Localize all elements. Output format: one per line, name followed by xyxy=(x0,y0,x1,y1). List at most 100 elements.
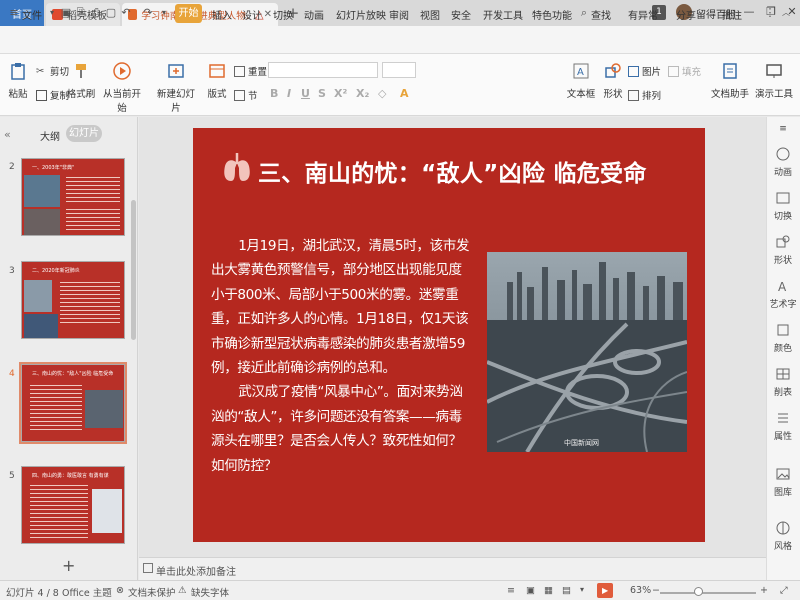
strikethrough-icon[interactable]: S xyxy=(318,87,326,100)
notes-toggle-icon[interactable]: ≡ xyxy=(507,585,515,596)
fit-window-icon[interactable]: ⤢ xyxy=(780,585,788,596)
slide-thumbnail-2[interactable]: 一、2003年"非典" xyxy=(21,158,125,236)
shape-button[interactable]: 形状 xyxy=(600,62,626,100)
sidebar-animation[interactable]: 动画 xyxy=(766,146,800,178)
zoom-in-icon[interactable]: + xyxy=(760,585,768,596)
superscript-icon[interactable]: X² xyxy=(334,87,347,100)
close-tab-icon[interactable]: ✕ xyxy=(264,9,272,20)
section-button[interactable]: 节 xyxy=(234,88,258,102)
palette-icon xyxy=(777,324,789,336)
doc-helper-button[interactable]: 文档助手 xyxy=(708,62,752,100)
underline-icon[interactable]: U xyxy=(301,87,310,100)
table-icon xyxy=(776,368,790,380)
missing-font[interactable]: 缺失字体 xyxy=(191,585,229,599)
collapse-panel-icon[interactable]: « xyxy=(4,128,11,141)
menu-transition[interactable]: 切换 xyxy=(273,7,293,22)
menu-sync[interactable]: 有异常 xyxy=(628,7,658,22)
sidebar-table[interactable]: 削表 xyxy=(766,366,800,398)
menu-slideshow[interactable]: 幻灯片放映 xyxy=(336,7,386,22)
hamburger-icon[interactable]: ≡ xyxy=(8,7,20,19)
menu-animation[interactable]: 动画 xyxy=(304,7,324,22)
sidebar-style[interactable]: 风格 xyxy=(766,520,800,552)
menu-security[interactable]: 安全 xyxy=(451,7,471,22)
tab-slides[interactable]: 幻灯片 xyxy=(66,125,102,142)
bold-icon[interactable]: B xyxy=(270,87,278,100)
clear-format-icon[interactable]: ◇ xyxy=(378,87,386,100)
menu-features[interactable]: 特色功能 xyxy=(532,7,572,22)
more-vertical-icon[interactable]: ⋮ xyxy=(764,7,776,19)
sorter-view-icon[interactable]: ▦ xyxy=(544,585,553,596)
cut-button[interactable]: ✂ 剪切 xyxy=(36,64,69,79)
view-dropdown-icon[interactable]: ▾ xyxy=(580,585,584,594)
zoom-out-icon[interactable]: − xyxy=(652,585,660,596)
menu-review[interactable]: 审阅 xyxy=(389,7,409,22)
copy-button[interactable]: 复制 xyxy=(36,88,69,102)
chevron-down-icon[interactable]: ▾ xyxy=(46,7,58,19)
new-slide-label: 新建幻灯片 xyxy=(156,89,195,114)
redo-icon[interactable]: ↷ xyxy=(142,7,154,19)
slide-body-text[interactable]: 1月19日，湖北武汉，清晨5时，该市发出大雾黄色预警信号，部分地区出现能见度小于… xyxy=(211,234,473,478)
sidebar-properties[interactable]: 属性 xyxy=(766,410,800,442)
preview-icon[interactable]: ▢ xyxy=(105,7,117,19)
menu-insert[interactable]: 插入 xyxy=(212,7,232,22)
presenter-tools-button[interactable]: 演示工具 xyxy=(752,62,796,100)
font-name-select[interactable] xyxy=(268,62,378,78)
wuhan-fog-photo[interactable] xyxy=(487,252,687,452)
menu-file[interactable]: 文件 xyxy=(22,7,42,22)
save-icon[interactable]: ▣ xyxy=(60,7,72,19)
menu-share[interactable]: 分享 xyxy=(676,7,696,22)
search-icon[interactable]: ⌕ xyxy=(578,7,590,19)
italic-icon[interactable]: I xyxy=(287,87,291,100)
more-icon[interactable]: ▾ xyxy=(158,7,170,19)
sidebar-more-icon[interactable]: ≡ xyxy=(766,124,800,134)
menu-start[interactable]: 开始 xyxy=(175,4,202,23)
reading-view-icon[interactable]: ▤ xyxy=(562,585,571,596)
paste-button[interactable]: 粘贴 xyxy=(4,62,32,100)
slide-thumbnail-4[interactable]: 三、南山的忧："敌人"凶险 临危受命 xyxy=(19,362,127,444)
new-slide-button[interactable]: 新建幻灯片 xyxy=(154,62,198,114)
style-icon xyxy=(776,521,790,535)
sidebar-color[interactable]: 颜色 xyxy=(766,322,800,354)
normal-view-icon[interactable]: ▣ xyxy=(526,585,535,596)
undo-icon[interactable]: ↶ xyxy=(120,7,132,19)
zoom-level[interactable]: 63% xyxy=(630,585,651,596)
slide-panel-scrollbar[interactable] xyxy=(131,200,136,340)
notes-placeholder[interactable]: 单击此处添加备注 xyxy=(156,563,236,578)
slide-thumbnail-3[interactable]: 二、2020年新冠肺炎 xyxy=(21,261,125,339)
font-color-icon[interactable]: A xyxy=(400,87,409,100)
slide-title[interactable]: 三、南山的忧：“敌人”凶险 临危受命 xyxy=(258,154,647,188)
zoom-slider-handle[interactable] xyxy=(694,587,703,596)
transition-icon xyxy=(776,192,790,204)
font-size-select[interactable] xyxy=(382,62,416,78)
menu-view[interactable]: 视图 xyxy=(420,7,440,22)
sidebar-shape[interactable]: 形状 xyxy=(766,234,800,266)
menu-developer[interactable]: 开发工具 xyxy=(483,7,523,22)
sidebar-wordart[interactable]: A 艺术字 xyxy=(766,278,800,310)
minimize-icon[interactable]: — xyxy=(740,3,758,21)
format-painter-button[interactable]: 格式刷 xyxy=(66,62,96,100)
export-icon[interactable]: ⎘ xyxy=(75,7,87,19)
reset-button[interactable]: 重置 xyxy=(234,64,267,78)
from-current-button[interactable]: 从当前开始 xyxy=(100,62,144,114)
menu-design[interactable]: 设计 xyxy=(242,7,262,22)
fill-button[interactable]: 填充 xyxy=(668,64,701,78)
layout-label: 版式 xyxy=(207,89,227,100)
textbox-button[interactable]: A 文本框 xyxy=(566,62,596,100)
picture-button[interactable]: 图片 xyxy=(628,64,661,78)
zoom-slider[interactable] xyxy=(660,592,756,594)
add-slide-button[interactable]: + xyxy=(62,556,75,575)
menu-comment[interactable]: 批注 xyxy=(722,7,742,22)
doc-protection[interactable]: 文档未保护 xyxy=(128,585,176,599)
menu-search[interactable]: 查找 xyxy=(591,7,611,22)
sidebar-gallery[interactable]: 图库 xyxy=(766,466,800,498)
subscript-icon[interactable]: X₂ xyxy=(356,87,369,100)
sidebar-transition[interactable]: 切换 xyxy=(766,190,800,222)
arrange-button[interactable]: 排列 xyxy=(628,88,661,102)
slide-thumbnail-5[interactable]: 四、南山的勇：敢医敢言 有勇有谋 xyxy=(21,466,125,544)
picture-label: 图片 xyxy=(642,67,662,78)
print-icon[interactable]: ⎙ xyxy=(90,7,102,19)
layout-button[interactable]: 版式 xyxy=(204,62,230,100)
tab-outline[interactable]: 大纲 xyxy=(40,128,60,143)
collapse-ribbon-icon[interactable]: ︿ xyxy=(780,7,792,19)
theme-name[interactable]: Office 主题 xyxy=(62,585,112,599)
